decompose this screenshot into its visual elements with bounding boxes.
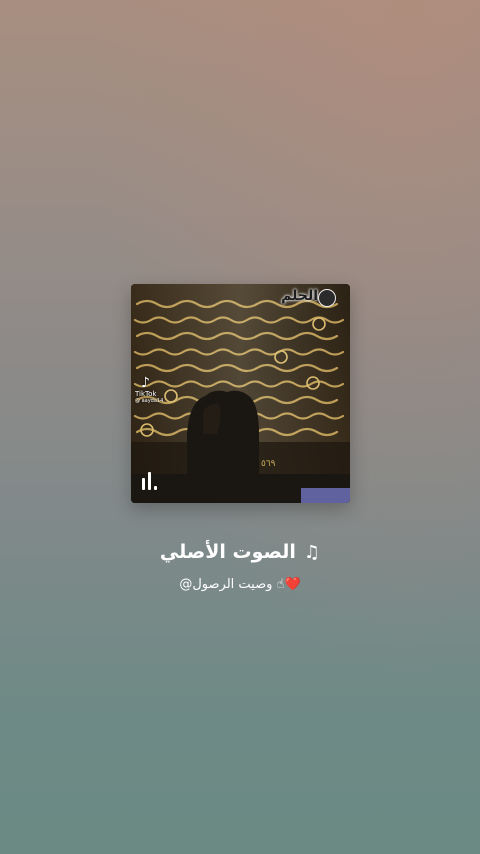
- tiktok-brand: TikTok: [135, 390, 157, 398]
- music-note-icon: ♫: [303, 542, 321, 563]
- tiktok-icon: ♪: [141, 375, 150, 391]
- avatar-icon: [318, 289, 336, 307]
- cover-image: ٥٦٩: [131, 284, 350, 503]
- tiktok-watermark: ♪ TikTok @ aayda14: [135, 376, 163, 404]
- sound-title-text: الصوت الأصلي: [159, 541, 296, 563]
- page-number: ٥٦٩: [261, 459, 276, 469]
- sound-cover-art[interactable]: ٥٦٩ الحلم ♪ TikTok @ aayda14: [131, 284, 350, 503]
- sound-author[interactable]: @وصيت الرصول ☝❤️: [0, 574, 480, 596]
- cover-caption: الحلم: [281, 288, 318, 304]
- tiktok-handle: @ aayda14: [135, 398, 164, 404]
- equalizer-icon: [142, 472, 160, 490]
- sound-title: الصوت الأصلي ♫: [0, 538, 480, 567]
